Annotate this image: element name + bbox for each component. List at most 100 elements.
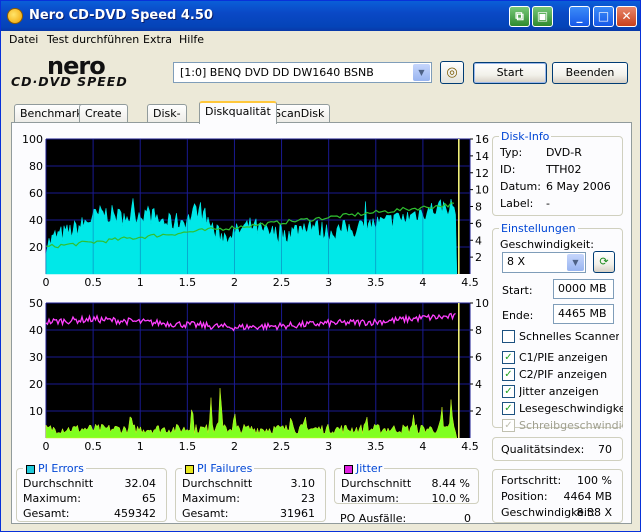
label-label: Label: xyxy=(500,197,534,210)
x-tick-label: 4.5 xyxy=(461,440,479,453)
y-left-tick-label: 80 xyxy=(29,160,43,173)
y-right-tick-label: 4 xyxy=(475,378,482,391)
eject-button[interactable]: ◎ xyxy=(440,61,464,84)
chevron-down-icon[interactable]: ▼ xyxy=(567,254,584,271)
tab-disk-info[interactable]: Disk-Info xyxy=(147,104,187,133)
y-left-tick-label: 30 xyxy=(29,351,43,364)
x-tick-label: 0 xyxy=(43,276,50,289)
refresh-icon: ⟳ xyxy=(599,255,609,268)
menu-hilfe[interactable]: Hilfe xyxy=(179,33,204,46)
drive-select[interactable]: [1:0] BENQ DVD DD DW1640 BSNB ▼ xyxy=(173,62,432,83)
menu-extra[interactable]: Extra xyxy=(143,33,172,46)
pi-failures-group: PI Failures Durchschnitt 3.10 Maximum: 2… xyxy=(175,462,326,522)
menu-test[interactable]: Test durchführen xyxy=(47,33,139,46)
tab-diskqualitaet[interactable]: Diskqualität xyxy=(199,101,277,124)
refresh-button[interactable]: ⟳ xyxy=(593,251,615,273)
show-read-speed-checkbox[interactable]: ✓ xyxy=(502,402,515,415)
y-right-tick-label: 6 xyxy=(475,351,482,364)
quality-index-value: 70 xyxy=(598,443,612,456)
pi-errors-total-value: 459342 xyxy=(114,507,156,520)
save-icon[interactable]: ▣ xyxy=(532,6,553,27)
type-label: Typ: xyxy=(500,146,523,159)
tab-benchmark[interactable]: Benchmark xyxy=(14,104,89,123)
po-failures-label: PO Ausfälle: xyxy=(340,512,407,525)
date-label: Datum: xyxy=(500,180,541,193)
pi-failures-total-label: Gesamt: xyxy=(182,507,229,520)
x-tick-label: 3.5 xyxy=(367,276,385,289)
jitter-max-label: Maximum: xyxy=(341,492,399,505)
window-title: Nero CD-DVD Speed 4.50 xyxy=(29,8,213,23)
position-label: Position: xyxy=(501,490,548,503)
pi-failures-max-label: Maximum: xyxy=(182,492,240,505)
date-value: 6 May 2006 xyxy=(546,180,611,193)
jitter-max-value: 10.0 % xyxy=(431,492,470,505)
id-label: ID: xyxy=(500,163,516,176)
type-value: DVD-R xyxy=(546,146,582,159)
x-tick-label: 0.5 xyxy=(84,276,102,289)
start-label: Start: xyxy=(502,284,533,297)
label-value: - xyxy=(546,197,550,210)
pi-errors-avg-label: Durchschnitt xyxy=(23,477,94,490)
pi-errors-swatch xyxy=(26,465,35,474)
settings-group: Einstellungen Geschwindigkeit: 8 X ▼ ⟳ S… xyxy=(492,222,623,432)
close-button[interactable]: ✕ xyxy=(616,6,637,27)
y-right-tick-label: 12 xyxy=(475,167,489,180)
nero-app-icon[interactable] xyxy=(7,8,23,24)
logo-subtext: CD·DVD SPEED xyxy=(11,74,128,89)
pi-failures-swatch xyxy=(185,465,194,474)
main-window: Nero CD-DVD Speed 4.50 ⧉ ▣ _ □ ✕ Datei T… xyxy=(0,0,641,532)
fast-scan-checkbox[interactable] xyxy=(502,330,515,343)
drive-select-value: [1:0] BENQ DVD DD DW1640 BSNB xyxy=(180,66,374,79)
show-pif-label: C2/PIF anzeigen xyxy=(519,368,608,381)
x-tick-label: 2.5 xyxy=(273,440,291,453)
id-value: TTH02 xyxy=(546,163,582,176)
pi-errors-max-label: Maximum: xyxy=(23,492,81,505)
minimize-button[interactable]: _ xyxy=(569,6,590,27)
speed-label: Geschwindigkeit: xyxy=(500,238,594,251)
pi-errors-avg-value: 32.04 xyxy=(124,477,157,490)
start-button[interactable]: Start xyxy=(473,62,547,84)
x-tick-label: 3 xyxy=(325,440,332,453)
speed-select[interactable]: 8 X ▼ xyxy=(502,252,586,273)
show-pie-checkbox[interactable]: ✓ xyxy=(502,351,515,364)
jitter-avg-label: Durchschnitt xyxy=(341,477,412,490)
quality-charts: 0 0.5 1 1.5 2 2.5 3 3.5 4 4.520406080100246810121… xyxy=(22,133,489,453)
disc-icon: ◎ xyxy=(446,65,458,80)
end-input[interactable]: 4465 MB xyxy=(553,304,614,324)
chevron-down-icon[interactable]: ▼ xyxy=(413,64,430,81)
start-input[interactable]: 0000 MB xyxy=(553,279,614,299)
tab-scandisk[interactable]: ScanDisk xyxy=(268,104,331,123)
pi-errors-group: PI Errors Durchschnitt 32.04 Maximum: 65… xyxy=(16,462,167,522)
po-failures-value: 0 xyxy=(464,512,471,525)
x-tick-label: 1 xyxy=(137,276,144,289)
maximize-button[interactable]: □ xyxy=(593,6,614,27)
tab-create-disc[interactable]: Create Disc xyxy=(79,104,128,133)
title-bar[interactable]: Nero CD-DVD Speed 4.50 ⧉ ▣ _ □ ✕ xyxy=(1,1,640,31)
y-right-tick-label: 2 xyxy=(475,405,482,418)
show-pif-checkbox[interactable]: ✓ xyxy=(502,368,515,381)
x-tick-label: 4 xyxy=(419,440,426,453)
y-left-tick-label: 40 xyxy=(29,214,43,227)
show-jitter-checkbox[interactable]: ✓ xyxy=(502,385,515,398)
show-write-speed-checkbox: ✓ xyxy=(502,419,515,432)
x-tick-label: 2.5 xyxy=(273,276,291,289)
y-left-tick-label: 20 xyxy=(29,241,43,254)
x-tick-label: 2 xyxy=(231,440,238,453)
x-tick-label: 3 xyxy=(325,276,332,289)
fast-scan-label: Schnelles Scannen xyxy=(519,330,619,343)
x-tick-label: 4.5 xyxy=(461,276,479,289)
progress-value: 100 % xyxy=(577,474,612,487)
copy-icon[interactable]: ⧉ xyxy=(509,6,530,27)
y-left-tick-label: 10 xyxy=(29,405,43,418)
y-left-tick-label: 100 xyxy=(22,133,43,146)
end-button[interactable]: Beenden xyxy=(552,62,628,84)
speed-select-value: 8 X xyxy=(507,255,526,268)
y-right-tick-label: 8 xyxy=(475,201,482,214)
menu-datei[interactable]: Datei xyxy=(9,33,38,46)
x-tick-label: 1.5 xyxy=(179,276,197,289)
pi-errors-total-label: Gesamt: xyxy=(23,507,70,520)
progress-label: Fortschritt: xyxy=(501,474,562,487)
x-tick-label: 4 xyxy=(419,276,426,289)
position-value: 4464 MB xyxy=(563,490,612,503)
y-right-tick-label: 6 xyxy=(475,217,482,230)
